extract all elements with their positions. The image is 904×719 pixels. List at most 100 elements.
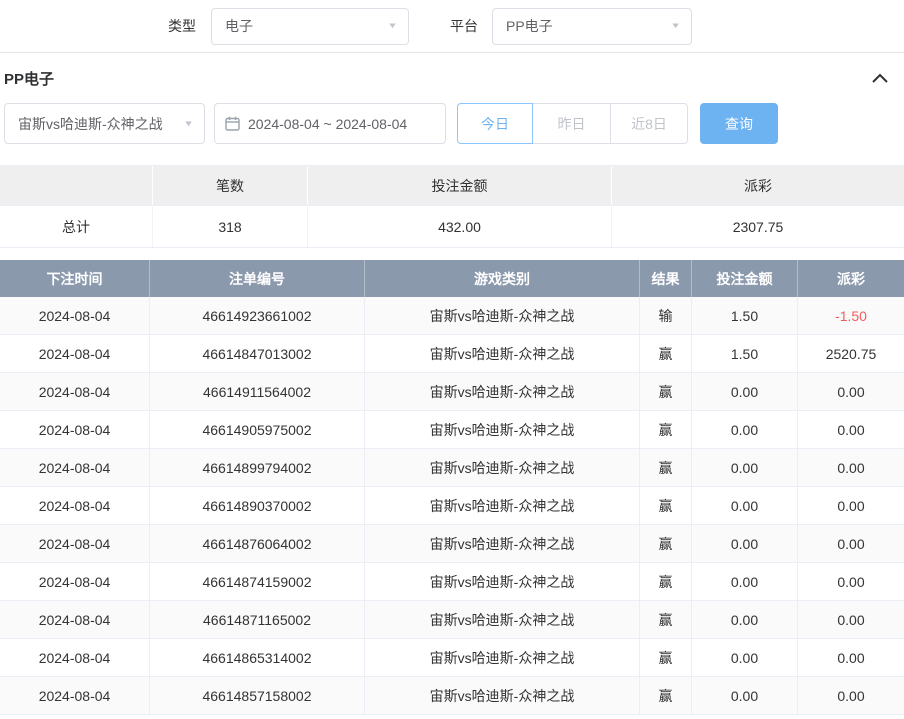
cell-bet-time: 2024-08-04 [0, 487, 150, 525]
header-bet-time: 下注时间 [0, 260, 150, 297]
cell-payout: 0.00 [798, 563, 904, 601]
platform-select-value: PP电子 [506, 16, 553, 36]
cell-result: 赢 [640, 335, 692, 373]
summary-header-row: 笔数 投注金额 派彩 [0, 166, 904, 205]
bets-table-body: 2024-08-04 46614923661002 宙斯vs哈迪斯-众神之战 输… [0, 297, 904, 715]
cell-result: 赢 [640, 411, 692, 449]
cell-payout: 0.00 [798, 487, 904, 525]
cell-bet-amount: 0.00 [692, 411, 798, 449]
cell-order-id: 46614871165002 [150, 601, 365, 639]
platform-select[interactable]: PP电子 ▼ [492, 8, 692, 45]
top-filter-bar: 类型 电子 ▼ 平台 PP电子 ▼ [0, 0, 904, 52]
bets-table-header: 下注时间 注单编号 游戏类别 结果 投注金额 派彩 [0, 260, 904, 297]
cell-bet-time: 2024-08-04 [0, 639, 150, 677]
cell-bet-amount: 0.00 [692, 639, 798, 677]
cell-bet-time: 2024-08-04 [0, 297, 150, 335]
cell-bet-amount: 1.50 [692, 297, 798, 335]
date-preset-group: 今日 昨日 近8日 [457, 103, 688, 144]
cell-bet-time: 2024-08-04 [0, 525, 150, 563]
type-label: 类型 [168, 16, 196, 36]
date-range-input[interactable]: 2024-08-04 ~ 2024-08-04 [214, 103, 446, 144]
query-button[interactable]: 查询 [700, 103, 778, 144]
cell-result: 赢 [640, 639, 692, 677]
cell-result: 赢 [640, 373, 692, 411]
table-row[interactable]: 2024-08-04 46614857158002 宙斯vs哈迪斯-众神之战 赢… [0, 677, 904, 715]
toolbar: 宙斯vs哈迪斯-众神之战 ▼ 2024-08-04 ~ 2024-08-04 今… [0, 103, 904, 144]
cell-order-id: 46614905975002 [150, 411, 365, 449]
cell-game-type: 宙斯vs哈迪斯-众神之战 [365, 487, 640, 525]
cell-bet-time: 2024-08-04 [0, 449, 150, 487]
header-result: 结果 [640, 260, 692, 297]
cell-result: 赢 [640, 563, 692, 601]
cell-bet-time: 2024-08-04 [0, 601, 150, 639]
table-row[interactable]: 2024-08-04 46614923661002 宙斯vs哈迪斯-众神之战 输… [0, 297, 904, 335]
cell-payout: 0.00 [798, 677, 904, 715]
table-row[interactable]: 2024-08-04 46614890370002 宙斯vs哈迪斯-众神之战 赢… [0, 487, 904, 525]
table-row[interactable]: 2024-08-04 46614905975002 宙斯vs哈迪斯-众神之战 赢… [0, 411, 904, 449]
cell-order-id: 46614865314002 [150, 639, 365, 677]
today-button[interactable]: 今日 [457, 103, 533, 144]
table-row[interactable]: 2024-08-04 46614874159002 宙斯vs哈迪斯-众神之战 赢… [0, 563, 904, 601]
cell-bet-amount: 1.50 [692, 335, 798, 373]
summary-header-empty [0, 166, 153, 205]
table-row[interactable]: 2024-08-04 46614865314002 宙斯vs哈迪斯-众神之战 赢… [0, 639, 904, 677]
cell-result: 赢 [640, 449, 692, 487]
cell-game-type: 宙斯vs哈迪斯-众神之战 [365, 525, 640, 563]
cell-result: 赢 [640, 525, 692, 563]
cell-game-type: 宙斯vs哈迪斯-众神之战 [365, 335, 640, 373]
table-row[interactable]: 2024-08-04 46614876064002 宙斯vs哈迪斯-众神之战 赢… [0, 525, 904, 563]
caret-down-icon: ▼ [183, 120, 194, 128]
cell-game-type: 宙斯vs哈迪斯-众神之战 [365, 639, 640, 677]
caret-down-icon: ▼ [387, 22, 398, 30]
cell-game-type: 宙斯vs哈迪斯-众神之战 [365, 601, 640, 639]
cell-order-id: 46614911564002 [150, 373, 365, 411]
section-title: PP电子 [4, 68, 54, 89]
cell-order-id: 46614876064002 [150, 525, 365, 563]
summary-table: 笔数 投注金额 派彩 总计 318 432.00 2307.75 [0, 165, 904, 248]
cell-payout: 0.00 [798, 639, 904, 677]
table-row[interactable]: 2024-08-04 46614871165002 宙斯vs哈迪斯-众神之战 赢… [0, 601, 904, 639]
cell-bet-amount: 0.00 [692, 677, 798, 715]
date-range-value: 2024-08-04 ~ 2024-08-04 [248, 116, 407, 132]
cell-game-type: 宙斯vs哈迪斯-众神之战 [365, 411, 640, 449]
cell-game-type: 宙斯vs哈迪斯-众神之战 [365, 373, 640, 411]
cell-bet-amount: 0.00 [692, 563, 798, 601]
cell-order-id: 46614899794002 [150, 449, 365, 487]
summary-header-payout: 派彩 [612, 166, 904, 205]
cell-bet-time: 2024-08-04 [0, 335, 150, 373]
cell-bet-amount: 0.00 [692, 449, 798, 487]
summary-header-bet-amount: 投注金额 [308, 166, 612, 205]
calendar-icon [225, 116, 240, 131]
cell-payout: 0.00 [798, 525, 904, 563]
header-bet-amount: 投注金额 [692, 260, 798, 297]
game-select[interactable]: 宙斯vs哈迪斯-众神之战 ▼ [4, 103, 205, 144]
cell-game-type: 宙斯vs哈迪斯-众神之战 [365, 677, 640, 715]
cell-payout: 0.00 [798, 373, 904, 411]
summary-count-value: 318 [153, 206, 308, 247]
game-select-value: 宙斯vs哈迪斯-众神之战 [18, 114, 163, 134]
cell-payout: -1.50 [798, 297, 904, 335]
table-row[interactable]: 2024-08-04 46614911564002 宙斯vs哈迪斯-众神之战 赢… [0, 373, 904, 411]
summary-total-label: 总计 [0, 206, 153, 247]
yesterday-button[interactable]: 昨日 [532, 103, 611, 144]
cell-bet-time: 2024-08-04 [0, 677, 150, 715]
summary-header-count: 笔数 [153, 166, 308, 205]
cell-bet-amount: 0.00 [692, 373, 798, 411]
platform-label: 平台 [450, 16, 478, 36]
cell-order-id: 46614857158002 [150, 677, 365, 715]
cell-game-type: 宙斯vs哈迪斯-众神之战 [365, 449, 640, 487]
cell-order-id: 46614923661002 [150, 297, 365, 335]
table-row[interactable]: 2024-08-04 46614847013002 宙斯vs哈迪斯-众神之战 赢… [0, 335, 904, 373]
caret-down-icon: ▼ [670, 22, 681, 30]
type-select[interactable]: 电子 ▼ [211, 8, 409, 45]
cell-payout: 0.00 [798, 601, 904, 639]
cell-bet-amount: 0.00 [692, 525, 798, 563]
cell-order-id: 46614890370002 [150, 487, 365, 525]
cell-result: 赢 [640, 601, 692, 639]
chevron-up-icon[interactable] [872, 73, 888, 83]
cell-result: 赢 [640, 487, 692, 525]
cell-bet-time: 2024-08-04 [0, 411, 150, 449]
cell-result: 赢 [640, 677, 692, 715]
table-row[interactable]: 2024-08-04 46614899794002 宙斯vs哈迪斯-众神之战 赢… [0, 449, 904, 487]
last8days-button[interactable]: 近8日 [610, 103, 688, 144]
